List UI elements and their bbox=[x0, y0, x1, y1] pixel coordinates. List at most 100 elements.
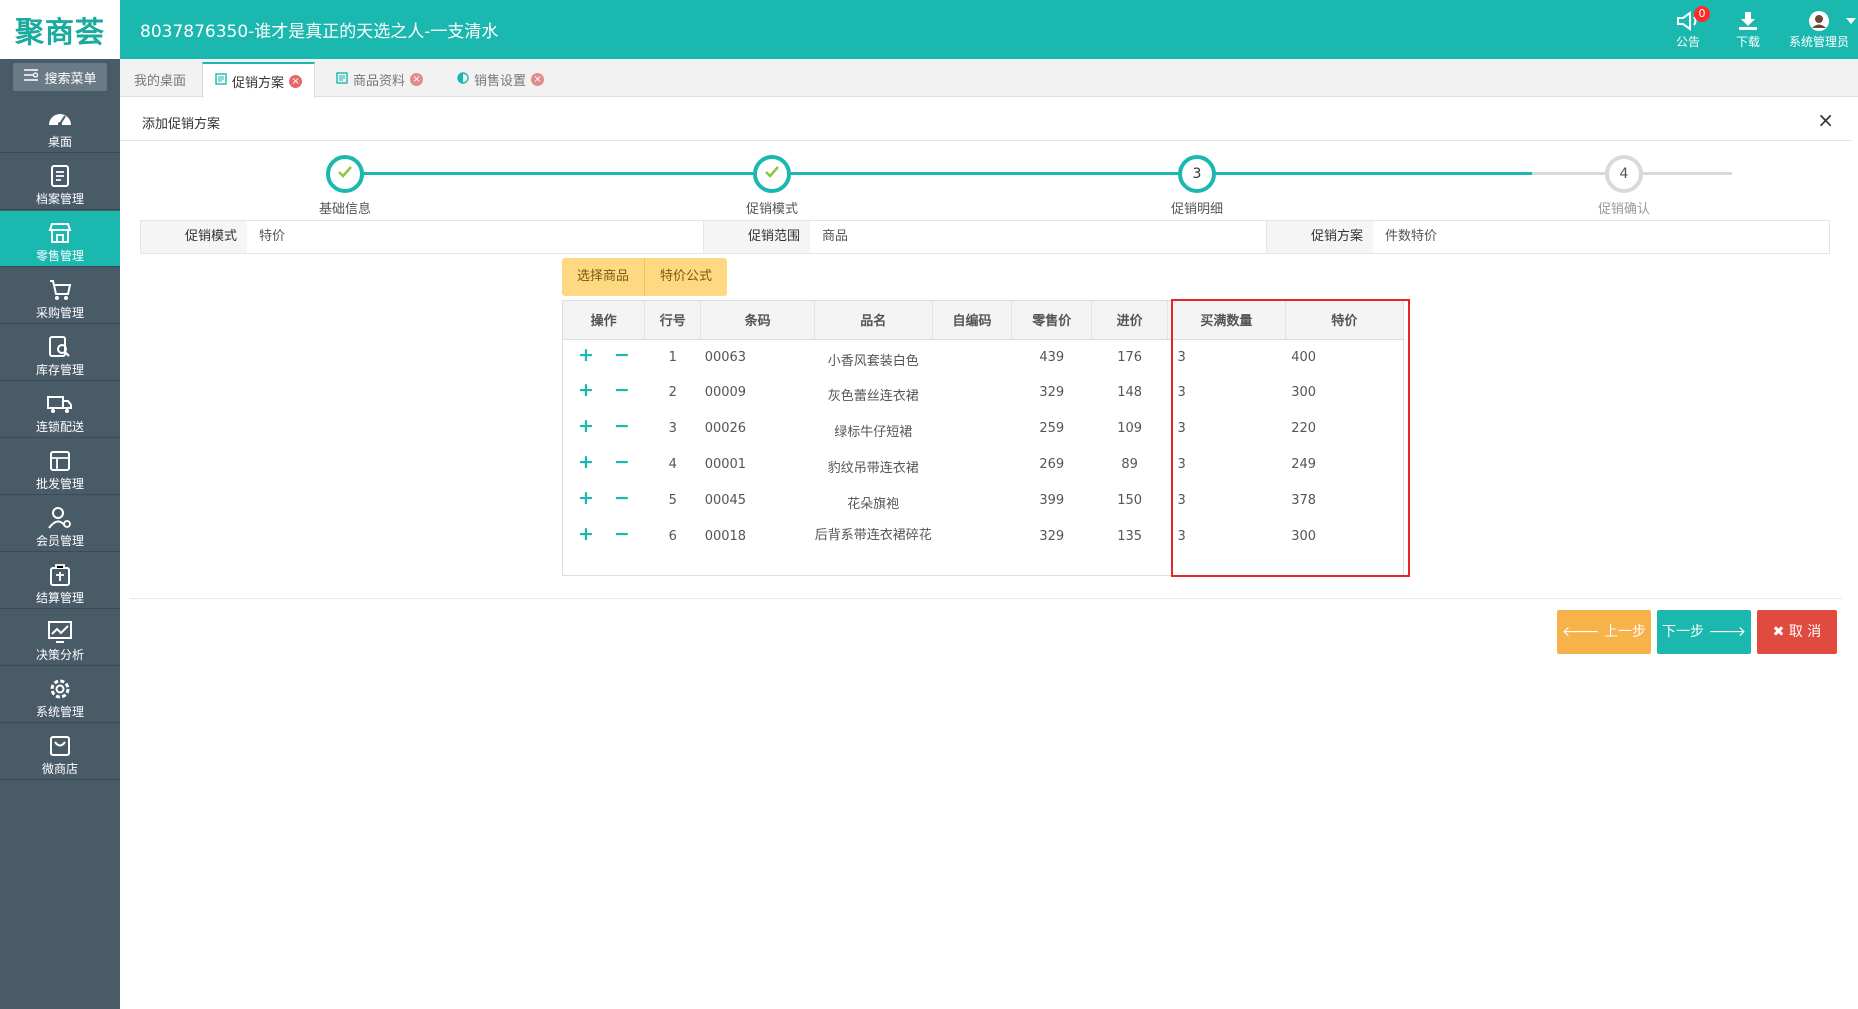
close-icon[interactable]: × bbox=[1817, 108, 1834, 132]
self-code-cell[interactable] bbox=[932, 375, 1012, 411]
tab-promotion-plan[interactable]: 促销方案 × bbox=[202, 62, 316, 98]
dashboard-icon bbox=[0, 107, 120, 131]
product-name-cell: 小香风套装白色 bbox=[827, 353, 919, 369]
sidebar-item-system[interactable]: 系统管理 bbox=[0, 667, 120, 723]
col-ops: 操作 bbox=[563, 301, 646, 340]
tab-product-info[interactable]: 商品资料 × bbox=[324, 62, 435, 97]
add-row-icon[interactable]: + bbox=[578, 344, 594, 366]
next-step-button[interactable]: 下一步 🡒 bbox=[1657, 610, 1751, 654]
footer-divider bbox=[130, 598, 1842, 599]
remove-row-icon[interactable]: − bbox=[614, 451, 630, 473]
download-button[interactable]: 下载 bbox=[1720, 6, 1776, 50]
close-tab-icon[interactable]: × bbox=[289, 74, 303, 88]
panel-header: 添加促销方案 × bbox=[120, 100, 1852, 141]
sidebar-item-label: 系统管理 bbox=[35, 705, 84, 719]
retail-price-cell: 269 bbox=[1039, 457, 1065, 472]
sidebar-item-label: 档案管理 bbox=[35, 192, 84, 206]
add-row-icon[interactable]: + bbox=[578, 487, 594, 509]
row-number: 6 bbox=[668, 529, 677, 544]
remove-row-icon[interactable]: − bbox=[614, 523, 630, 545]
sidebar: 搜索菜单 桌面 档案管理 零售管理 采购管理 库存管理 连锁配送 批发管理 会员… bbox=[0, 59, 120, 1009]
brand-logo[interactable]: 聚商荟 bbox=[0, 0, 120, 59]
tab-sales-settings[interactable]: 销售设置 × bbox=[445, 62, 556, 97]
sidebar-item-retail[interactable]: 零售管理 bbox=[0, 211, 120, 267]
step-3-circle: 3 bbox=[1178, 155, 1216, 193]
cost-price-cell: 148 bbox=[1117, 385, 1143, 400]
remove-row-icon[interactable]: − bbox=[614, 379, 630, 401]
row-number: 1 bbox=[668, 349, 677, 365]
cancel-button[interactable]: ✖ 取 消 bbox=[1757, 610, 1837, 654]
self-code-cell[interactable] bbox=[932, 411, 1012, 447]
download-label: 下载 bbox=[1735, 35, 1760, 49]
user-menu[interactable]: 系统管理员 bbox=[1786, 6, 1856, 50]
sidebar-item-settlement[interactable]: 结算管理 bbox=[0, 553, 120, 609]
add-row-icon[interactable]: + bbox=[578, 523, 594, 545]
sidebar-item-wechat-shop[interactable]: 微商店 bbox=[0, 724, 120, 780]
mode-label: 促销模式 bbox=[141, 221, 247, 253]
col-retail-price: 零售价 bbox=[1011, 301, 1093, 340]
chevron-down-icon bbox=[1846, 18, 1856, 24]
user-label: 系统管理员 bbox=[1788, 35, 1849, 49]
self-code-cell[interactable] bbox=[932, 447, 1012, 483]
row-number: 2 bbox=[668, 385, 677, 400]
prev-step-button[interactable]: 🡐 上一步 bbox=[1557, 610, 1651, 654]
product-name-cell: 后背系带连衣裙碎花 bbox=[814, 528, 932, 543]
retail-price-cell: 329 bbox=[1039, 385, 1065, 400]
half-circle-icon bbox=[457, 71, 469, 88]
cross-icon: ✖ bbox=[1772, 624, 1789, 640]
cost-price-cell: 89 bbox=[1121, 457, 1138, 472]
close-tab-icon[interactable]: × bbox=[410, 73, 424, 86]
add-row-icon[interactable]: + bbox=[578, 415, 594, 437]
search-menu-button[interactable]: 搜索菜单 bbox=[13, 63, 107, 91]
tab-label: 促销方案 bbox=[232, 75, 285, 91]
remove-row-icon[interactable]: − bbox=[614, 344, 630, 366]
price-formula-button[interactable]: 特价公式 bbox=[645, 258, 728, 296]
search-menu-label: 搜索菜单 bbox=[44, 71, 97, 87]
avatar-icon bbox=[1786, 10, 1852, 32]
sidebar-item-purchase[interactable]: 采购管理 bbox=[0, 268, 120, 324]
col-self-code: 自编码 bbox=[932, 301, 1013, 340]
truck-icon bbox=[0, 392, 120, 416]
sidebar-item-member[interactable]: 会员管理 bbox=[0, 496, 120, 552]
sidebar-item-distribution[interactable]: 连锁配送 bbox=[0, 382, 120, 438]
remove-row-icon[interactable]: − bbox=[614, 415, 630, 437]
remove-row-icon[interactable]: − bbox=[614, 487, 630, 509]
notice-button[interactable]: 0 公告 bbox=[1660, 6, 1716, 50]
sidebar-item-wholesale[interactable]: 批发管理 bbox=[0, 439, 120, 495]
select-goods-button[interactable]: 选择商品 bbox=[562, 258, 646, 296]
close-tab-icon[interactable]: × bbox=[531, 73, 545, 86]
barcode-cell: 00009 bbox=[704, 385, 747, 400]
sidebar-item-label: 微商店 bbox=[41, 762, 78, 776]
cart-icon bbox=[0, 278, 120, 302]
self-code-cell[interactable] bbox=[932, 519, 1012, 555]
download-icon bbox=[1720, 10, 1776, 32]
sidebar-item-archive[interactable]: 档案管理 bbox=[0, 154, 120, 210]
plan-label: 促销方案 bbox=[1267, 221, 1373, 253]
sidebar-item-desktop[interactable]: 桌面 bbox=[0, 97, 120, 153]
product-name-cell: 花朵旗袍 bbox=[847, 497, 900, 512]
self-code-cell[interactable] bbox=[932, 339, 1012, 375]
highlight-box bbox=[1171, 299, 1410, 577]
sidebar-item-label: 会员管理 bbox=[35, 534, 84, 548]
step-progress-line bbox=[345, 172, 1532, 175]
self-code-cell[interactable] bbox=[932, 483, 1012, 519]
table-action-buttons: 选择商品 特价公式 bbox=[562, 258, 728, 296]
sidebar-item-label: 桌面 bbox=[47, 135, 72, 149]
sidebar-item-inventory[interactable]: 库存管理 bbox=[0, 325, 120, 381]
sidebar-item-label: 连锁配送 bbox=[35, 420, 84, 434]
cost-price-cell: 109 bbox=[1117, 421, 1143, 436]
top-bar: 聚商荟 8037876350-谁才是真正的天选之人-一支清水 0 公告 下载 系… bbox=[0, 0, 1858, 59]
add-row-icon[interactable]: + bbox=[578, 451, 594, 473]
notice-label: 公告 bbox=[1675, 35, 1700, 49]
col-row-no: 行号 bbox=[644, 301, 702, 340]
col-product-name: 品名 bbox=[814, 301, 933, 340]
tab-my-desktop[interactable]: 我的桌面 bbox=[122, 62, 198, 97]
retail-price-cell: 259 bbox=[1039, 421, 1065, 436]
add-row-icon[interactable]: + bbox=[578, 379, 594, 401]
sidebar-item-analysis[interactable]: 决策分析 bbox=[0, 610, 120, 666]
inventory-icon bbox=[0, 335, 120, 359]
row-number: 5 bbox=[668, 493, 677, 508]
shop-bag-icon bbox=[0, 734, 120, 758]
next-step-label: 下一步 bbox=[1662, 624, 1704, 640]
barcode-cell: 00001 bbox=[704, 457, 747, 472]
